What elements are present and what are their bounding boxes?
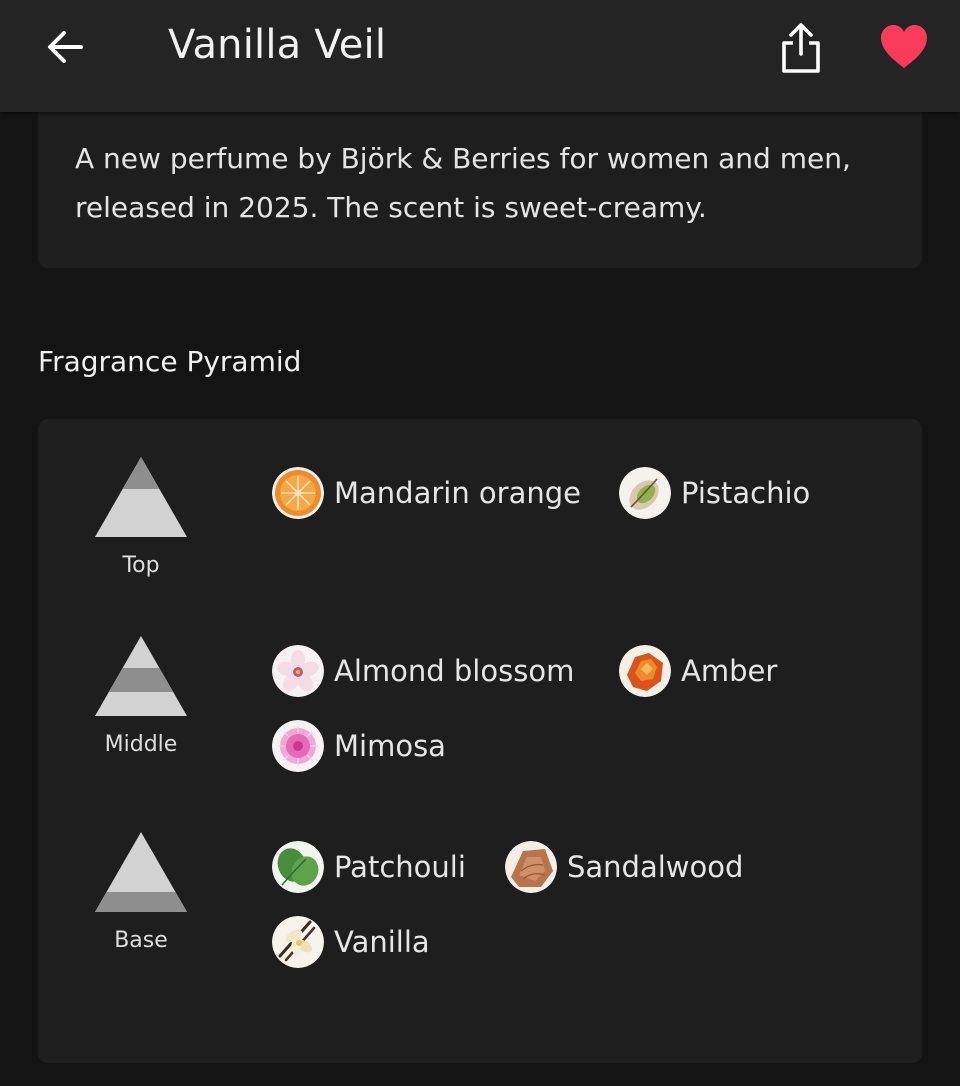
amber-icon bbox=[619, 645, 671, 697]
note-label: Amber bbox=[681, 654, 778, 688]
note-label: Pistachio bbox=[681, 476, 811, 510]
tier-label-top: Top bbox=[122, 553, 160, 578]
note-label: Vanilla bbox=[334, 925, 430, 959]
note-label: Mimosa bbox=[334, 729, 446, 763]
note-almond-blossom[interactable]: Almond blossom bbox=[272, 644, 574, 698]
fragrance-pyramid-card: Top Mandarin orange Pistachio Middle Alm… bbox=[38, 419, 922, 1063]
heart-icon bbox=[881, 25, 927, 68]
patchouli-icon bbox=[272, 841, 324, 893]
pyramid-middle-icon bbox=[95, 636, 187, 716]
note-label: Almond blossom bbox=[334, 654, 575, 688]
note-mimosa[interactable]: Mimosa bbox=[272, 719, 446, 773]
note-label: Mandarin orange bbox=[334, 476, 581, 510]
tier-middle: Middle bbox=[94, 635, 188, 759]
note-patchouli[interactable]: Patchouli bbox=[272, 840, 466, 894]
sandalwood-icon bbox=[505, 841, 557, 893]
tier-top: Top bbox=[94, 456, 188, 580]
note-label: Patchouli bbox=[334, 850, 466, 884]
section-title: Fragrance Pyramid bbox=[38, 345, 302, 378]
back-button[interactable] bbox=[30, 16, 100, 78]
note-vanilla[interactable]: Vanilla bbox=[272, 915, 430, 969]
share-icon bbox=[782, 23, 820, 73]
page-title: Vanilla Veil bbox=[168, 22, 387, 68]
note-label: Sandalwood bbox=[567, 850, 744, 884]
tier-base: Base bbox=[94, 831, 188, 955]
pistachio-icon bbox=[619, 467, 671, 519]
note-amber[interactable]: Amber bbox=[619, 644, 777, 698]
tier-label-middle: Middle bbox=[104, 732, 178, 757]
share-button[interactable] bbox=[770, 14, 832, 80]
description-text: A new perfume by Björk & Berries for wom… bbox=[75, 142, 851, 224]
favorite-button[interactable] bbox=[872, 16, 936, 78]
pyramid-base-icon bbox=[95, 832, 187, 912]
note-sandalwood[interactable]: Sandalwood bbox=[505, 840, 743, 894]
arrow-left-icon bbox=[48, 31, 83, 63]
vanilla-icon bbox=[272, 916, 324, 968]
app-bar: Vanilla Veil bbox=[0, 0, 960, 112]
mimosa-icon bbox=[272, 720, 324, 772]
pyramid-top-icon bbox=[95, 457, 187, 537]
tier-label-base: Base bbox=[114, 928, 168, 953]
mandarin-orange-icon bbox=[272, 467, 324, 519]
note-pistachio[interactable]: Pistachio bbox=[619, 466, 810, 520]
note-mandarin-orange[interactable]: Mandarin orange bbox=[272, 466, 581, 520]
almond-blossom-icon bbox=[272, 645, 324, 697]
description-card: A new perfume by Björk & Berries for wom… bbox=[38, 96, 922, 268]
